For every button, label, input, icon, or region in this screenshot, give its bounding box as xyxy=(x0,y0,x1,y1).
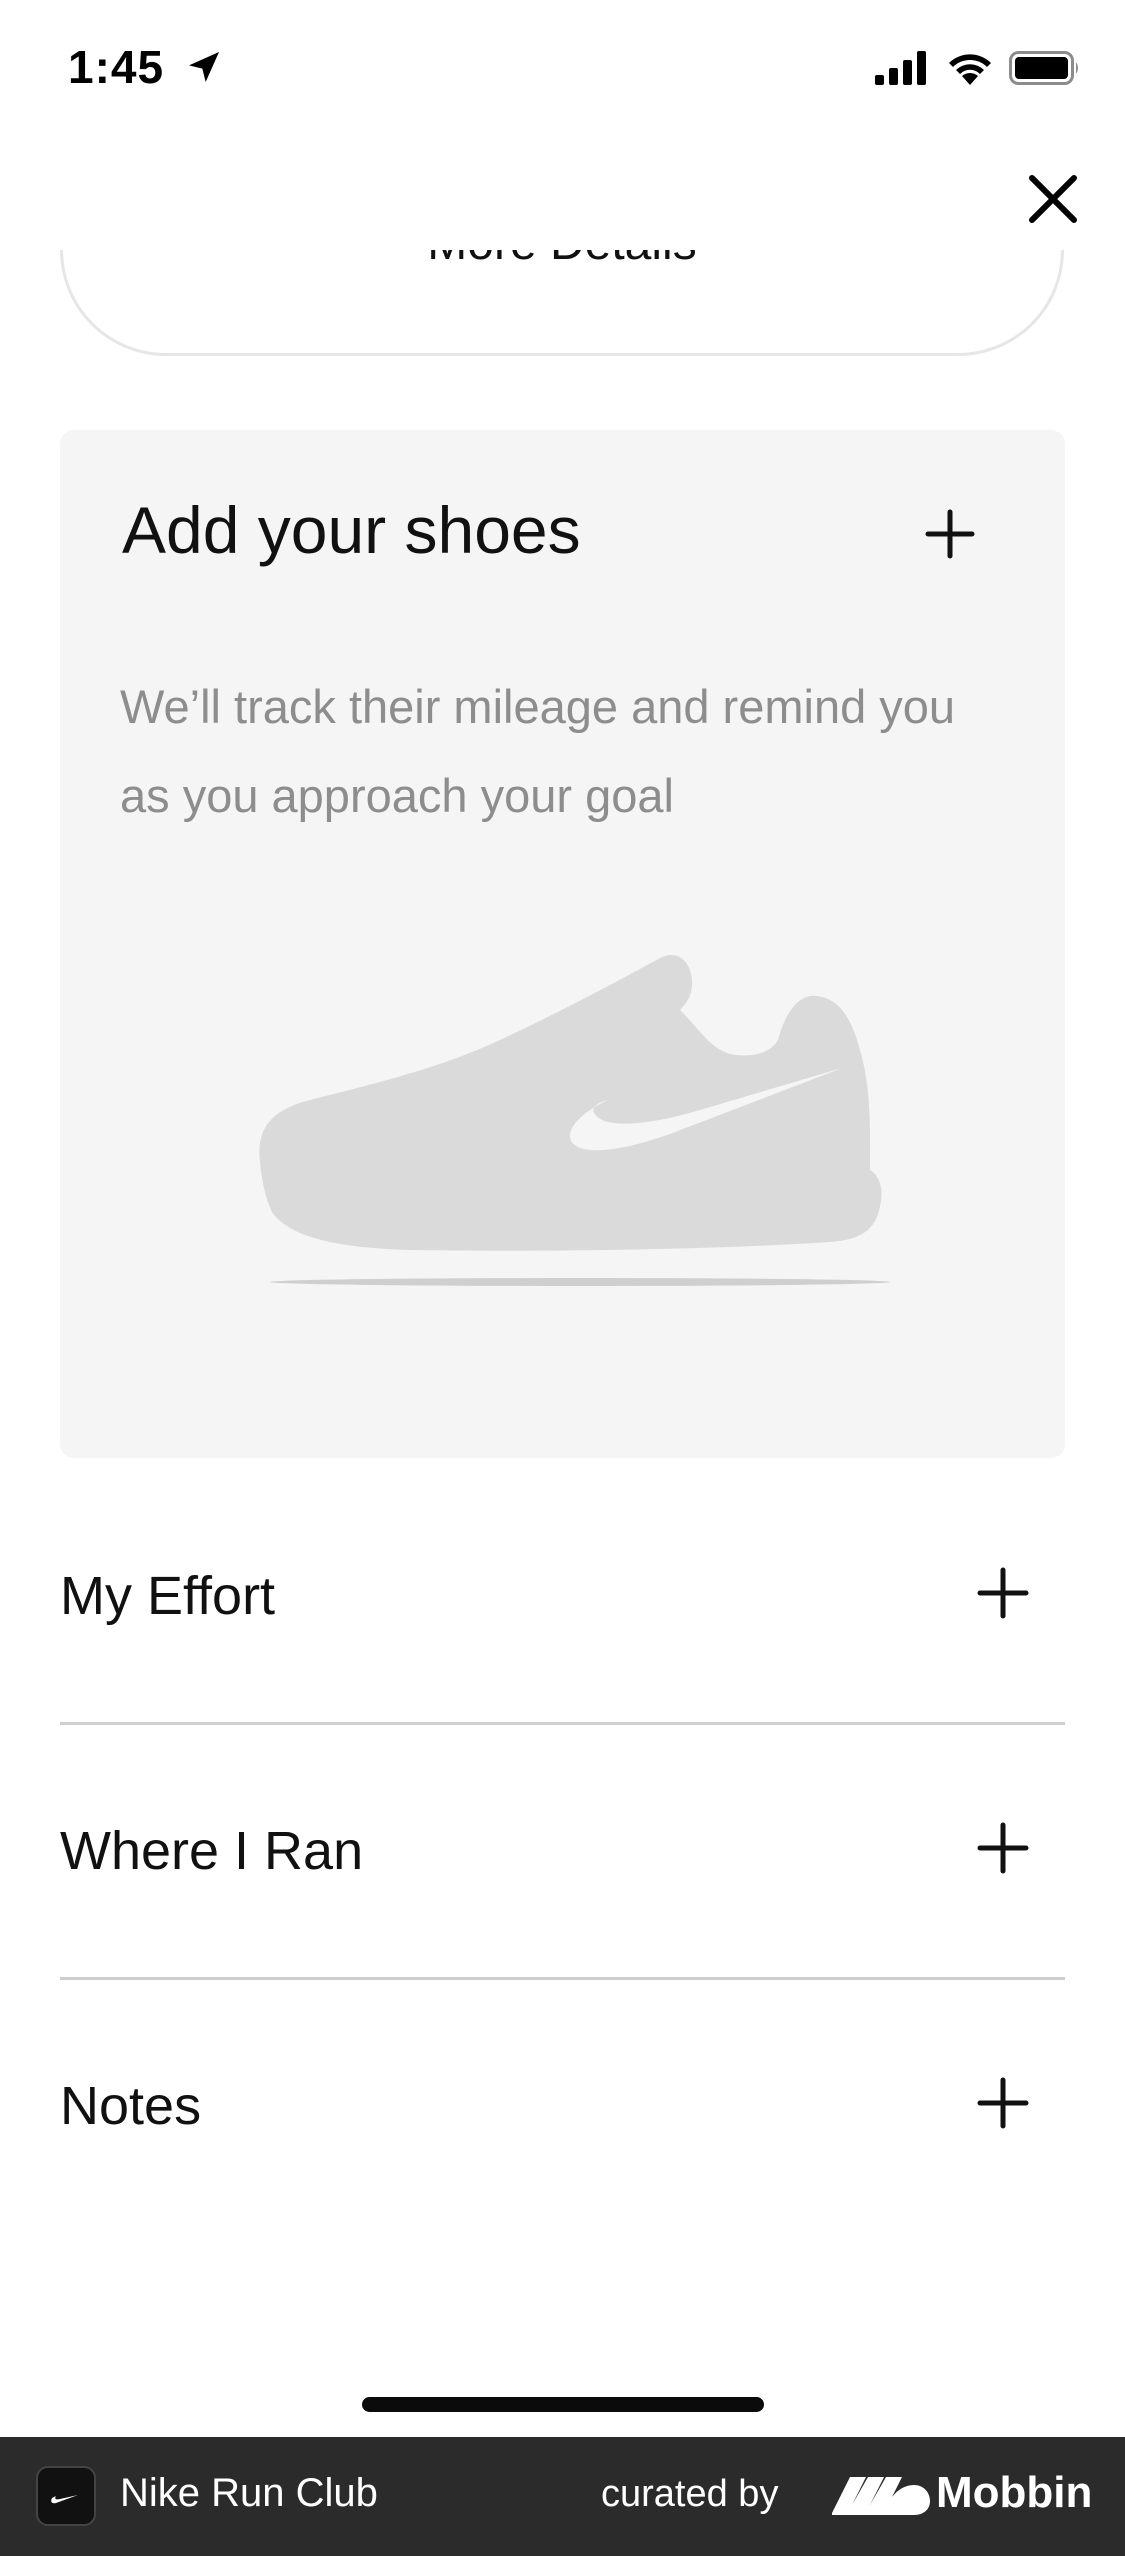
close-icon xyxy=(1029,175,1077,223)
top-bar-background xyxy=(0,0,1125,250)
add-shoes-card[interactable]: Add your shoes We’ll track their mileage… xyxy=(60,430,1065,1458)
add-shoes-description: We’ll track their mileage and remind you… xyxy=(120,680,956,822)
home-indicator[interactable] xyxy=(362,2397,764,2412)
footer-brand: Mobbin xyxy=(936,2468,1093,2517)
notes-add-button[interactable] xyxy=(976,2076,1030,2130)
status-time-overlay: 1:45 xyxy=(68,40,224,94)
nike-swoosh-icon xyxy=(51,2495,78,2504)
more-details-visible[interactable]: More Details xyxy=(60,250,1064,356)
mobbin-logo-icon xyxy=(832,2477,930,2515)
status-icons-overlay xyxy=(875,48,1081,88)
plus-icon xyxy=(977,1822,1029,1874)
section-label: My Effort xyxy=(60,1566,276,1626)
section-my-effort[interactable]: My Effort xyxy=(60,1470,1065,1725)
footer-bar: Nike Run Club curated by Mobbin xyxy=(0,2437,1125,2556)
add-shoes-button[interactable] xyxy=(922,506,978,562)
status-time-text-overlay: 1:45 xyxy=(68,41,165,93)
cellular-signal-icon xyxy=(875,51,926,85)
my-effort-add-button[interactable] xyxy=(976,1566,1030,1620)
plus-icon xyxy=(925,509,975,559)
more-details-text: More Details xyxy=(427,250,696,270)
add-shoes-title: Add your shoes xyxy=(122,493,581,567)
where-i-ran-add-button[interactable] xyxy=(976,1821,1030,1875)
plus-icon xyxy=(977,1567,1029,1619)
shoe-placeholder-illustration xyxy=(259,954,890,1286)
app-icon xyxy=(36,2466,96,2526)
section-notes[interactable]: Notes xyxy=(60,1980,1065,2235)
section-label: Where I Ran xyxy=(60,1821,364,1881)
close-button[interactable] xyxy=(1020,166,1086,232)
footer-curated-by: curated by xyxy=(601,2473,779,2515)
battery-icon xyxy=(1009,51,1078,85)
footer-app-name: Nike Run Club xyxy=(120,2471,378,2515)
wifi-icon xyxy=(949,54,991,85)
plus-icon xyxy=(977,2077,1029,2129)
section-where-i-ran[interactable]: Where I Ran xyxy=(60,1725,1065,1980)
section-label: Notes xyxy=(60,2076,202,2136)
location-arrow-icon xyxy=(188,52,219,82)
more-details-visible-label: More Details xyxy=(63,250,1061,274)
